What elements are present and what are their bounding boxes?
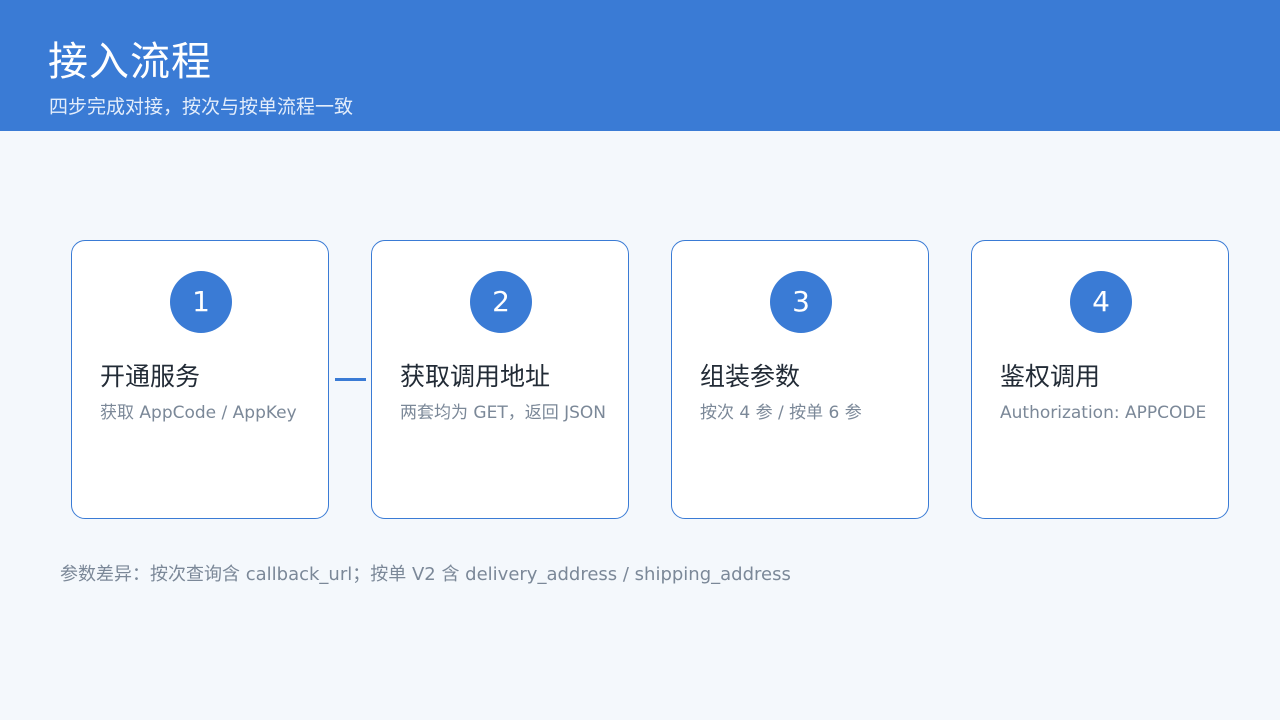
step-title: 组装参数 xyxy=(700,362,801,391)
page-subtitle: 四步完成对接，按次与按单流程一致 xyxy=(49,96,354,118)
step-description: Authorization: APPCODE xyxy=(1000,403,1207,423)
step-number-badge: 1 xyxy=(170,271,232,333)
step-card-3: 3 组装参数 按次 4 参 / 按单 6 参 xyxy=(671,240,929,519)
step-card-2: 2 获取调用地址 两套均为 GET，返回 JSON xyxy=(371,240,629,519)
step-title: 获取调用地址 xyxy=(400,362,551,391)
step-number-badge: 2 xyxy=(470,271,532,333)
step-number-badge: 4 xyxy=(1070,271,1132,333)
step-title: 鉴权调用 xyxy=(1000,362,1101,391)
page-title: 接入流程 xyxy=(48,39,212,85)
step-card-1: 1 开通服务 获取 AppCode / AppKey xyxy=(71,240,329,519)
header-banner: 接入流程 四步完成对接，按次与按单流程一致 xyxy=(0,0,1280,131)
step-description: 两套均为 GET，返回 JSON xyxy=(400,403,607,423)
step-connector-line xyxy=(335,378,366,381)
step-title: 开通服务 xyxy=(100,362,201,391)
step-number-badge: 3 xyxy=(770,271,832,333)
parameter-difference-note: 参数差异：按次查询含 callback_url；按单 V2 含 delivery… xyxy=(60,564,791,585)
step-description: 按次 4 参 / 按单 6 参 xyxy=(700,403,862,423)
step-description: 获取 AppCode / AppKey xyxy=(100,403,297,423)
step-card-4: 4 鉴权调用 Authorization: APPCODE xyxy=(971,240,1229,519)
